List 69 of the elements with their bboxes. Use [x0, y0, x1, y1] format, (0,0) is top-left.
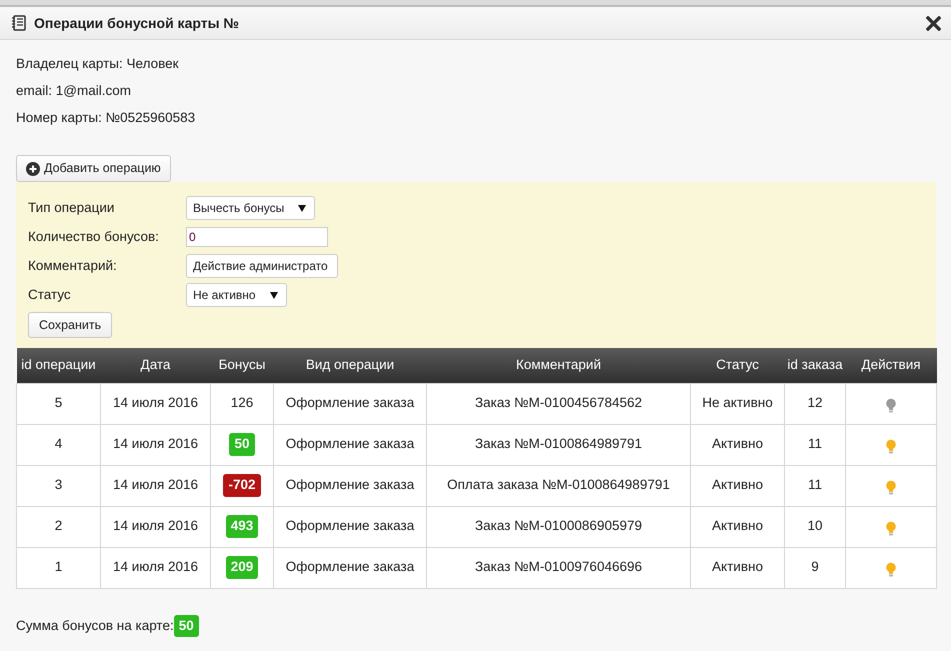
lightbulb-icon[interactable] — [886, 438, 896, 455]
column-header: Статус — [690, 348, 784, 383]
table-cell: Оплата заказа №M-0100864989791 — [426, 465, 690, 506]
input-field[interactable]: 0 — [186, 227, 328, 247]
bonus-badge: 209 — [226, 556, 258, 579]
select-field[interactable]: Вычесть бонусы — [186, 196, 316, 220]
info-text: Номер карты: №0525960583 — [16, 110, 196, 125]
table-cell: 14 июля 2016 — [100, 465, 210, 506]
field-label: Количество бонусов: — [28, 228, 160, 246]
table-cell: Активно — [690, 506, 784, 547]
info-text: Владелец карты: Человек — [16, 56, 179, 71]
column-header: id заказа — [784, 348, 846, 383]
caret-icon — [298, 204, 306, 212]
table-cell: Заказ №M-0100456784562 — [426, 383, 690, 424]
notebook-icon — [12, 15, 26, 31]
lightbulb-icon[interactable] — [886, 480, 896, 496]
table-cell: 4 — [16, 424, 100, 465]
table-cell: 5 — [16, 383, 100, 424]
table-cell: 14 июля 2016 — [100, 383, 210, 424]
table-cell: 9 — [784, 547, 846, 588]
table-cell: Активно — [690, 424, 784, 465]
field-label: Статус — [28, 286, 72, 304]
info-text: email: 1@mail.com — [16, 83, 131, 98]
table-cell: Заказ №M-0100864989791 — [426, 424, 690, 465]
table-cell: Оформление заказа — [274, 506, 426, 547]
table-cell: 1 — [16, 547, 100, 588]
total-label: Сумма бонусов на карте: — [16, 616, 174, 635]
bonus-badge: 50 — [229, 433, 255, 456]
total-value: 50 — [174, 614, 199, 637]
table-cell: Активно — [690, 547, 784, 588]
select-field[interactable]: Не активно — [186, 283, 287, 307]
bonus-badge: 493 — [226, 515, 258, 538]
table-cell: 12 — [784, 383, 846, 424]
column-header: Вид операции — [274, 348, 426, 383]
column-header: Комментарий — [426, 348, 690, 383]
table-cell: 14 июля 2016 — [100, 547, 210, 588]
table-cell: Оформление заказа — [274, 424, 426, 465]
field-label: Тип операции — [28, 198, 116, 217]
table-cell: 10 — [784, 506, 846, 547]
plus-circle-icon — [26, 162, 40, 176]
bonus-value: 126 — [230, 395, 254, 410]
table-cell: 14 июля 2016 — [100, 506, 210, 547]
table-cell: 2 — [16, 506, 100, 547]
lightbulb-icon[interactable] — [886, 398, 896, 414]
table-cell: 3 — [16, 465, 100, 506]
table-cell: 11 — [784, 465, 846, 506]
dialog-title: Операции бонусной карты № — [34, 14, 240, 33]
table-cell: 11 — [784, 424, 846, 465]
column-header: Бонусы — [210, 348, 274, 383]
column-header: Действия — [846, 348, 936, 383]
input-field[interactable]: Действие администрато — [186, 254, 338, 278]
table-cell: Оформление заказа — [274, 465, 426, 506]
field-label: Комментарий: — [28, 256, 118, 275]
table-cell: Оформление заказа — [274, 547, 426, 588]
close-icon[interactable] — [926, 16, 941, 30]
bonus-badge: -702 — [223, 474, 261, 497]
lightbulb-icon[interactable] — [886, 520, 896, 537]
save-button[interactable]: Сохранить — [28, 312, 112, 338]
table-cell: Заказ №M-0100976046696 — [426, 547, 690, 588]
table-cell: Активно — [690, 465, 784, 506]
column-header: id операции — [16, 348, 100, 383]
caret-icon — [270, 292, 278, 298]
table-cell: Заказ №M-0100086905979 — [426, 506, 690, 547]
lightbulb-icon[interactable] — [886, 562, 896, 578]
column-header: Дата — [100, 348, 210, 383]
add-operation-button[interactable]: Добавить операцию — [16, 155, 171, 182]
table-cell: Оформление заказа — [274, 383, 426, 424]
table-cell: Не активно — [690, 383, 784, 424]
table-cell: 14 июля 2016 — [100, 424, 210, 465]
